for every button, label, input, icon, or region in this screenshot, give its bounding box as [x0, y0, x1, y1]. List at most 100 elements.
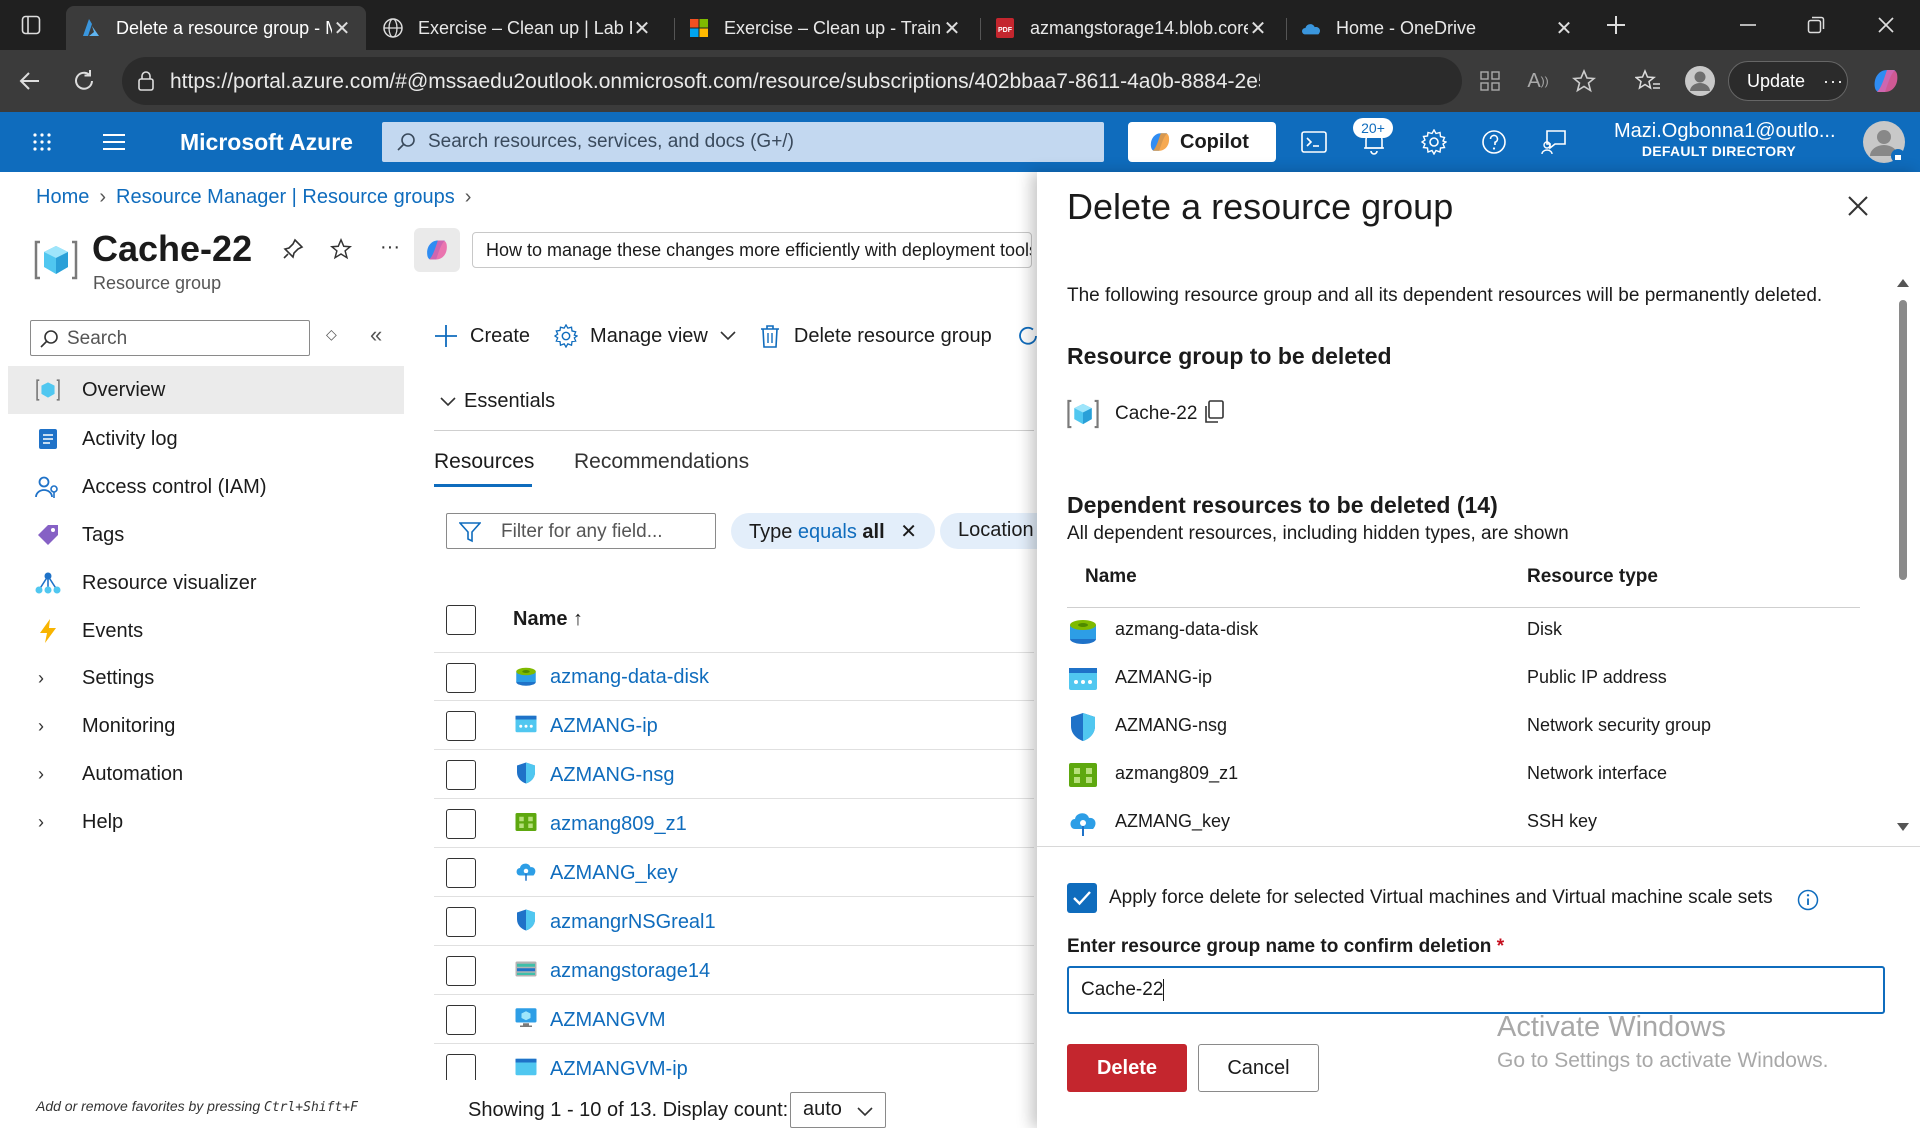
menu-search-input[interactable]: Search	[30, 320, 310, 356]
settings-gear-icon[interactable]	[1418, 126, 1450, 158]
refresh-icon[interactable]	[64, 61, 104, 101]
close-window-icon[interactable]	[1858, 0, 1914, 50]
tab-recommendations[interactable]: Recommendations	[574, 450, 749, 474]
name-column-header[interactable]: Name ↑	[513, 608, 583, 631]
browser-tab-pdf[interactable]: PDF azmangstorage14.blob.core ✕	[980, 6, 1282, 50]
lock-icon[interactable]	[136, 70, 156, 92]
scroll-up-icon[interactable]	[1896, 278, 1910, 288]
sidebar-item-access-control[interactable]: Access control (IAM)	[8, 463, 404, 511]
row-checkbox[interactable]	[446, 1054, 476, 1080]
new-tab-icon[interactable]	[1588, 0, 1644, 50]
cancel-button[interactable]: Cancel	[1198, 1044, 1319, 1092]
create-button[interactable]: Create	[434, 324, 530, 348]
more-options-icon[interactable]: ···	[380, 236, 400, 259]
avatar[interactable]	[1862, 120, 1906, 164]
browser-tab-azure[interactable]: Delete a resource group - M ✕	[66, 6, 366, 50]
scroll-down-icon[interactable]	[1896, 822, 1910, 832]
star-icon[interactable]	[330, 238, 352, 260]
resource-link[interactable]: AZMANGVM-ip	[550, 1058, 688, 1080]
sidebar-item-label: Monitoring	[82, 714, 176, 737]
close-icon[interactable]	[1846, 194, 1874, 222]
remove-filter-icon[interactable]: ✕	[900, 521, 917, 543]
sort-toggle-icon[interactable]: ◇	[326, 326, 337, 343]
essentials-toggle[interactable]: Essentials	[440, 390, 555, 413]
close-tab-icon[interactable]: ✕	[1554, 16, 1574, 41]
read-aloud-icon[interactable]: A))	[1518, 61, 1558, 101]
close-tab-icon[interactable]: ✕	[1248, 16, 1268, 41]
location-filter-pill[interactable]: Location	[940, 513, 1040, 549]
update-button[interactable]: Update ···	[1728, 61, 1848, 101]
portal-menu-icon[interactable]	[98, 126, 130, 158]
more-options-icon[interactable]: ···	[1823, 71, 1844, 92]
sidebar-item-help[interactable]: › Help	[8, 798, 404, 846]
favorite-star-icon[interactable]	[1564, 61, 1604, 101]
row-checkbox[interactable]	[446, 663, 476, 693]
browser-tab-onedrive[interactable]: Home - OneDrive ✕	[1286, 6, 1588, 50]
feedback-icon[interactable]	[1538, 126, 1570, 158]
row-checkbox[interactable]	[446, 907, 476, 937]
select-all-checkbox[interactable]	[446, 605, 476, 635]
row-checkbox[interactable]	[446, 956, 476, 986]
resource-link[interactable]: azmangrNSGreal1	[550, 911, 716, 934]
row-checkbox[interactable]	[446, 760, 476, 790]
help-icon[interactable]	[1478, 126, 1510, 158]
row-checkbox[interactable]	[446, 809, 476, 839]
collapse-menu-icon[interactable]: «	[370, 322, 382, 348]
resource-link[interactable]: azmang-data-disk	[550, 666, 709, 689]
display-count-select[interactable]: auto	[790, 1092, 886, 1128]
apps-icon[interactable]	[1470, 61, 1510, 101]
type-filter-pill[interactable]: Type equals all ✕	[731, 513, 935, 549]
force-delete-checkbox[interactable]	[1067, 883, 1097, 913]
sidebar-item-automation[interactable]: › Automation	[8, 750, 404, 798]
tab-actions-icon[interactable]	[2, 0, 60, 50]
scrollbar-thumb[interactable]	[1899, 300, 1907, 580]
close-tab-icon[interactable]: ✕	[632, 16, 652, 41]
copilot-suggestion-icon[interactable]	[414, 228, 460, 272]
manage-view-button[interactable]: Manage view	[554, 324, 736, 348]
minimize-icon[interactable]	[1720, 0, 1776, 50]
azure-brand[interactable]: Microsoft Azure	[180, 129, 353, 156]
sidebar-item-tags[interactable]: Tags	[8, 511, 404, 559]
filter-input[interactable]: Filter for any field...	[446, 513, 716, 549]
row-checkbox[interactable]	[446, 858, 476, 888]
breadcrumb-resource-groups[interactable]: Resource Manager | Resource groups	[116, 186, 455, 208]
sidebar-item-events[interactable]: Events	[8, 607, 404, 655]
close-tab-icon[interactable]: ✕	[332, 16, 352, 41]
resource-link[interactable]: AZMANG_key	[550, 862, 678, 885]
info-icon[interactable]	[1797, 889, 1819, 911]
delete-resource-group-button[interactable]: Delete resource group	[760, 324, 992, 348]
sidebar-item-activity-log[interactable]: Activity log	[8, 415, 404, 463]
breadcrumb-home[interactable]: Home	[36, 186, 89, 208]
copilot-button[interactable]: Copilot	[1128, 122, 1276, 162]
delete-button[interactable]: Delete	[1067, 1044, 1187, 1092]
row-checkbox[interactable]	[446, 1005, 476, 1035]
copilot-prompt-suggestion[interactable]: How to manage these changes more efficie…	[472, 232, 1032, 268]
browser-tab-lab[interactable]: Exercise – Clean up | Lab Ex ✕	[368, 6, 666, 50]
back-arrow-icon[interactable]	[10, 61, 50, 101]
sidebar-item-resource-visualizer[interactable]: Resource visualizer	[8, 559, 404, 607]
profile-icon[interactable]	[1680, 61, 1720, 101]
row-checkbox[interactable]	[446, 711, 476, 741]
account-menu[interactable]: Mazi.Ogbonna1@outlo... DEFAULT DIRECTORY	[1614, 120, 1874, 159]
favorites-icon[interactable]	[1628, 61, 1668, 101]
copy-icon[interactable]	[1203, 400, 1225, 424]
resource-link[interactable]: azmangstorage14	[550, 960, 710, 983]
resource-link[interactable]: AZMANG-nsg	[550, 764, 674, 787]
resource-link[interactable]: azmang809_z1	[550, 813, 687, 836]
sidebar-item-settings[interactable]: › Settings	[8, 654, 404, 702]
browser-tab-training[interactable]: Exercise – Clean up - Trainin ✕	[674, 6, 976, 50]
app-launcher-icon[interactable]	[26, 126, 58, 158]
cloud-shell-icon[interactable]	[1298, 126, 1330, 158]
tab-resources[interactable]: Resources	[434, 450, 534, 474]
pin-icon[interactable]	[282, 238, 304, 260]
restore-icon[interactable]	[1788, 0, 1844, 50]
copilot-browser-icon[interactable]	[1866, 61, 1906, 101]
resource-link[interactable]: AZMANG-ip	[550, 715, 658, 738]
address-bar[interactable]: https://portal.azure.com/#@mssaedu2outlo…	[122, 57, 1462, 105]
sidebar-item-overview[interactable]: Overview	[8, 366, 404, 414]
sidebar-item-monitoring[interactable]: › Monitoring	[8, 702, 404, 750]
resource-link[interactable]: AZMANGVM	[550, 1009, 666, 1032]
global-search-input[interactable]: Search resources, services, and docs (G+…	[382, 122, 1104, 162]
close-tab-icon[interactable]: ✕	[942, 16, 962, 41]
confirm-name-input[interactable]: Cache-22	[1067, 966, 1885, 1014]
